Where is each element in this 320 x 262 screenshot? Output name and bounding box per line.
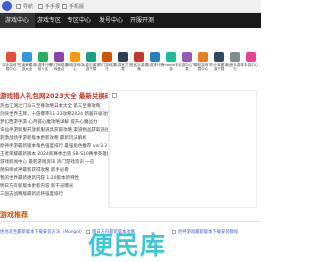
broken-image-icon: [112, 93, 117, 98]
nav-item-gift-center[interactable]: 发号中心: [99, 13, 127, 28]
topbar-label: 手手报: [45, 3, 61, 10]
nav-item-zone-center[interactable]: 专区中心: [67, 13, 95, 28]
featured-image[interactable]: [109, 90, 257, 208]
app-name: 手游中心: [244, 63, 258, 67]
app-tile[interactable]: 手游官方下载: [114, 52, 132, 78]
app-icon: [166, 52, 176, 62]
top-bar: 导航 手手报 手机版: [0, 0, 261, 13]
app-icon: [102, 52, 112, 62]
news-item[interactable]: 阴阳师式神最新获得攻略 新手必看: [0, 167, 108, 174]
news-item[interactable]: 剑侠世界王牌，十倍爆率11-23攻略2024 新服升级攻略: [0, 111, 108, 118]
app-tile[interactable]: 手游中心下载: [178, 52, 196, 78]
app-icon: [6, 52, 16, 62]
app-grid: 手手游戏下载中心 王者荣耀手游大全 手游排行榜前十名 热门网络游戏盘点 网络游戏中心 火影…: [0, 52, 261, 82]
app-tile[interactable]: 网络游戏中心: [66, 52, 84, 78]
app-tile[interactable]: 手游排行榜: [146, 52, 164, 78]
topbar-link-mobile[interactable]: 手机版: [62, 2, 84, 10]
grid-icon: [16, 3, 21, 9]
app-icon: [246, 52, 256, 62]
nav-item-game-center[interactable]: 游戏中心: [0, 13, 35, 28]
news-item[interactable]: 原神手游最新版本角色强度排行 最强角色推荐 ver3.2: [0, 143, 108, 150]
recommend-item[interactable]: 原神游戏最新版本下载安装教程: [172, 228, 238, 236]
topbar-label: 导航: [23, 3, 34, 10]
app-tile[interactable]: 全民手游攻略: [130, 52, 148, 78]
recommend-label: 绝地求生最新版本下载安装方法（Mongol）: [0, 230, 85, 235]
app-tile[interactable]: 热门游戏排行: [98, 52, 116, 78]
app-icon: [118, 52, 128, 62]
app-icon: [214, 52, 224, 62]
app-icon: [150, 52, 160, 62]
app-icon: [198, 52, 208, 62]
news-icon: [38, 3, 43, 9]
app-icon: [134, 52, 144, 62]
news-item[interactable]: 梦幻西游手游 心月狐心魔攻略详解 提升心魔战力: [0, 119, 108, 126]
recommend-item[interactable]: 绝地求生最新版本下载安装方法（Mongol）: [0, 228, 84, 236]
app-tile[interactable]: 单机游戏下载中心: [194, 52, 212, 78]
topbar-label: 手机版: [69, 3, 85, 10]
section-divider: [0, 221, 261, 222]
app-tile[interactable]: 火影忍者手游下载: [82, 52, 100, 78]
app-tile[interactable]: 手游中心: [244, 52, 258, 78]
news-item[interactable]: 游戏新闻中心 最新游戏资讯 热门游戏资讯 一览: [0, 159, 108, 166]
news-item[interactable]: 热血江湖之门派三至尊攻略日本大全 第三至尊攻略: [0, 103, 108, 110]
app-icon: [70, 52, 80, 62]
app-icon: [230, 52, 240, 62]
app-icon: [54, 52, 64, 62]
app-tile[interactable]: 手手游戏下载中心: [2, 52, 20, 78]
news-item[interactable]: 我的世界最新更新内容 1.20版本新特性: [0, 175, 108, 182]
nav-item-game-zone[interactable]: 游戏专区: [37, 13, 65, 28]
app-tile[interactable]: mobile手游: [163, 52, 179, 78]
section-title: 游戏推荐: [0, 211, 28, 219]
main-nav: 游戏中心 游戏专区 专区中心 发号中心 开服开测: [0, 13, 261, 28]
topbar-link-news[interactable]: 手手报: [38, 2, 60, 10]
app-tile[interactable]: 小小军团手游下载: [210, 52, 228, 78]
app-icon: [182, 52, 192, 62]
app-icon: [22, 52, 32, 62]
watermark-logo: 便民库: [88, 231, 167, 260]
app-tile[interactable]: 热门网络游戏盘点: [50, 52, 68, 78]
site-logo[interactable]: [2, 1, 12, 11]
app-icon: [86, 52, 96, 62]
headline-link[interactable]: 游戏猎人礼包网2023大全 最新兑换码分享: [0, 90, 124, 100]
app-icon: [38, 52, 48, 62]
nav-item-server-schedule[interactable]: 开服开测: [130, 13, 158, 28]
image-icon: [172, 230, 176, 234]
app-tile[interactable]: 手游排行榜前十名: [34, 52, 52, 78]
app-tile[interactable]: 仙侠手游排行: [226, 52, 244, 78]
phone-icon: [62, 3, 67, 9]
topbar-link-nav[interactable]: 导航: [16, 2, 33, 10]
news-item[interactable]: 诛仙手游新服开放新服道具获取攻略 渠道物品获取途径: [0, 127, 108, 134]
news-item[interactable]: 刺激战场手游新版本更新攻略 最新玩法解析: [0, 135, 108, 142]
news-item[interactable]: 三国志战略版最新武将强度排行: [0, 191, 108, 198]
recommend-label: 原神游戏最新版本下载安装教程: [178, 230, 239, 235]
app-tile[interactable]: 王者荣耀手游大全: [18, 52, 36, 78]
news-item[interactable]: 王者荣耀最新版本 2024新赛季出装 S8-S10赛季英雄推荐: [0, 151, 108, 158]
news-item[interactable]: 明日方舟新版本更新内容 新干员曝光: [0, 183, 108, 190]
